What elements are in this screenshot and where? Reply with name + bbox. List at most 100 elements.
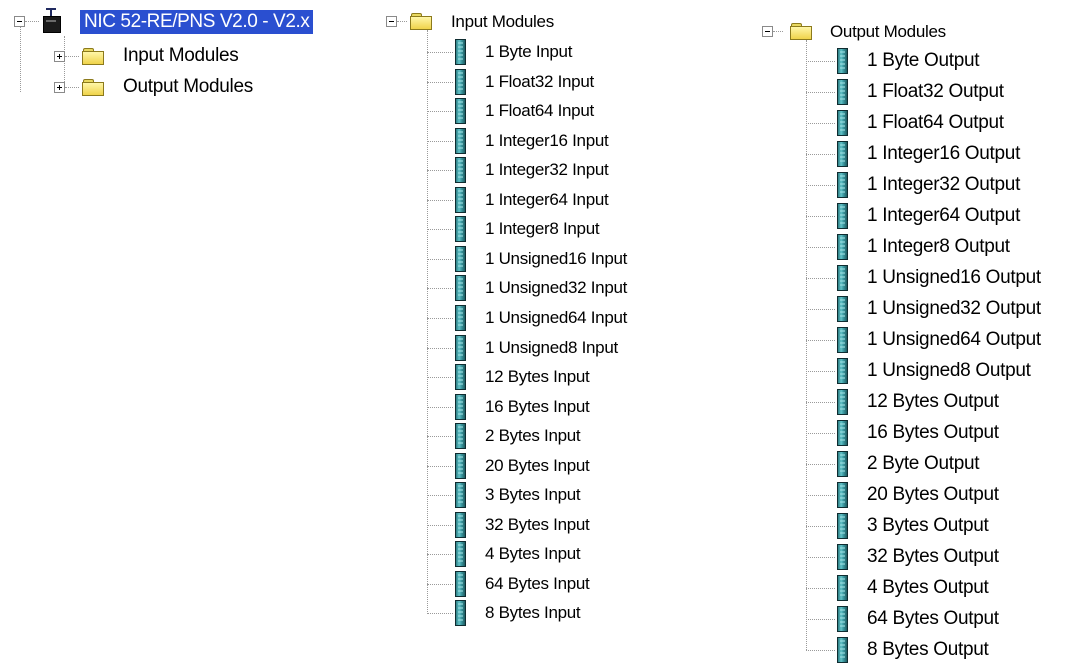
module-item[interactable]: 1 Byte Input xyxy=(485,42,572,62)
module-item[interactable]: 1 Float64 Input xyxy=(485,101,594,121)
module-item[interactable]: 1 Integer8 Output xyxy=(867,235,1010,259)
module-item[interactable]: 20 Bytes Input xyxy=(485,456,590,476)
tree-connector xyxy=(397,21,407,22)
module-item[interactable]: 1 Integer16 Input xyxy=(485,131,609,151)
module-item[interactable]: 4 Bytes Input xyxy=(485,544,581,564)
module-icon xyxy=(455,39,466,65)
tree-connector xyxy=(427,583,453,585)
tree-connector xyxy=(65,87,79,88)
module-icon xyxy=(455,98,466,125)
module-icon xyxy=(837,327,848,353)
collapse-box-icon[interactable] xyxy=(762,26,773,37)
module-icon xyxy=(455,127,466,154)
module-item[interactable]: 1 Float64 Output xyxy=(867,111,1004,135)
tree-connector xyxy=(427,377,453,379)
module-item[interactable]: 1 Unsigned16 Input xyxy=(485,249,627,269)
module-item[interactable]: 2 Byte Output xyxy=(867,452,980,476)
device-root-label[interactable]: NIC 52-RE/PNS V2.0 - V2.x xyxy=(80,10,314,34)
tree-connector xyxy=(427,406,453,408)
tree-connector xyxy=(427,613,453,615)
module-item[interactable]: 1 Unsigned64 Output xyxy=(867,328,1041,352)
output-modules-header[interactable]: Output Modules xyxy=(830,22,946,42)
module-item[interactable]: 64 Bytes Output xyxy=(867,607,999,631)
module-icon xyxy=(455,600,466,627)
module-icon xyxy=(837,637,848,663)
module-item[interactable]: 1 Unsigned64 Input xyxy=(485,308,627,328)
module-icon xyxy=(455,511,466,538)
tree-connector xyxy=(65,56,79,57)
module-item[interactable]: 2 Bytes Input xyxy=(485,426,581,446)
tree-connector xyxy=(806,216,835,217)
module-item[interactable]: 3 Bytes Output xyxy=(867,514,989,538)
input-modules-header[interactable]: Input Modules xyxy=(451,12,554,32)
tree-connector xyxy=(427,347,453,349)
module-item[interactable]: 1 Integer16 Output xyxy=(867,142,1020,166)
module-item[interactable]: 8 Bytes Output xyxy=(867,638,989,662)
module-icon xyxy=(837,172,848,198)
folder-icon xyxy=(410,13,432,30)
module-icon xyxy=(837,110,848,136)
tree-connector xyxy=(427,170,453,172)
tree-connector xyxy=(427,554,453,556)
collapse-box-icon[interactable] xyxy=(14,16,25,27)
module-item[interactable]: 16 Bytes Input xyxy=(485,397,590,417)
module-item[interactable]: 3 Bytes Input xyxy=(485,485,581,505)
module-item[interactable]: 1 Unsigned16 Output xyxy=(867,266,1041,290)
tree-connector xyxy=(20,22,21,92)
module-item[interactable]: 1 Integer32 Output xyxy=(867,173,1020,197)
tree-connector xyxy=(427,495,453,497)
tree-connector xyxy=(806,247,835,248)
module-icon xyxy=(455,570,466,597)
module-icon xyxy=(455,186,466,213)
tree-connector xyxy=(427,111,453,113)
module-item[interactable]: 20 Bytes Output xyxy=(867,483,999,507)
module-icon xyxy=(455,423,466,450)
module-item[interactable]: 32 Bytes Output xyxy=(867,545,999,569)
tree-connector xyxy=(806,464,835,465)
folder-icon xyxy=(82,48,104,65)
tree-item-input-modules[interactable]: Input Modules xyxy=(123,44,239,68)
module-icon xyxy=(837,296,848,322)
tree-connector xyxy=(427,524,453,526)
module-item[interactable]: 1 Unsigned8 Input xyxy=(485,338,618,358)
module-icon xyxy=(837,389,848,415)
module-item[interactable]: 12 Bytes Output xyxy=(867,390,999,414)
tree-connector xyxy=(806,526,835,527)
module-item[interactable]: 1 Integer64 Input xyxy=(485,190,609,210)
tree-connector xyxy=(806,123,835,124)
module-item[interactable]: 8 Bytes Input xyxy=(485,603,581,623)
module-item[interactable]: 1 Float32 Output xyxy=(867,80,1004,104)
module-item[interactable]: 16 Bytes Output xyxy=(867,421,999,445)
tree-item-output-modules[interactable]: Output Modules xyxy=(123,75,253,99)
module-item[interactable]: 4 Bytes Output xyxy=(867,576,989,600)
module-icon xyxy=(455,393,466,420)
folder-icon xyxy=(82,79,104,96)
module-item[interactable]: 1 Float32 Input xyxy=(485,72,594,92)
collapse-box-icon[interactable] xyxy=(386,16,397,27)
module-item[interactable]: 32 Bytes Input xyxy=(485,515,590,535)
module-item[interactable]: 1 Integer8 Input xyxy=(485,219,600,239)
module-item[interactable]: 1 Byte Output xyxy=(867,49,980,73)
module-icon xyxy=(455,541,466,568)
module-icon xyxy=(837,234,848,260)
expand-box-icon[interactable] xyxy=(54,51,65,62)
module-item[interactable]: 1 Unsigned32 Input xyxy=(485,278,627,298)
module-icon xyxy=(837,265,848,291)
module-item[interactable]: 1 Unsigned32 Output xyxy=(867,297,1041,321)
module-item[interactable]: 64 Bytes Input xyxy=(485,574,590,594)
tree-connector xyxy=(773,31,783,32)
device-tree-panel: NIC 52-RE/PNS V2.0 - V2.x Input Modules … xyxy=(0,0,380,120)
tree-connector xyxy=(427,288,453,290)
module-icon xyxy=(455,364,466,391)
module-item[interactable]: 1 Integer32 Input xyxy=(485,160,609,180)
module-icon xyxy=(837,358,848,384)
tree-connector xyxy=(806,40,807,650)
module-item[interactable]: 1 Unsigned8 Output xyxy=(867,359,1031,383)
module-item[interactable]: 12 Bytes Input xyxy=(485,367,590,387)
module-icon xyxy=(455,216,466,243)
tree-connector xyxy=(806,557,835,558)
module-item[interactable]: 1 Integer64 Output xyxy=(867,204,1020,228)
tree-connector xyxy=(64,36,65,88)
tree-connector xyxy=(806,495,835,496)
expand-box-icon[interactable] xyxy=(54,82,65,93)
